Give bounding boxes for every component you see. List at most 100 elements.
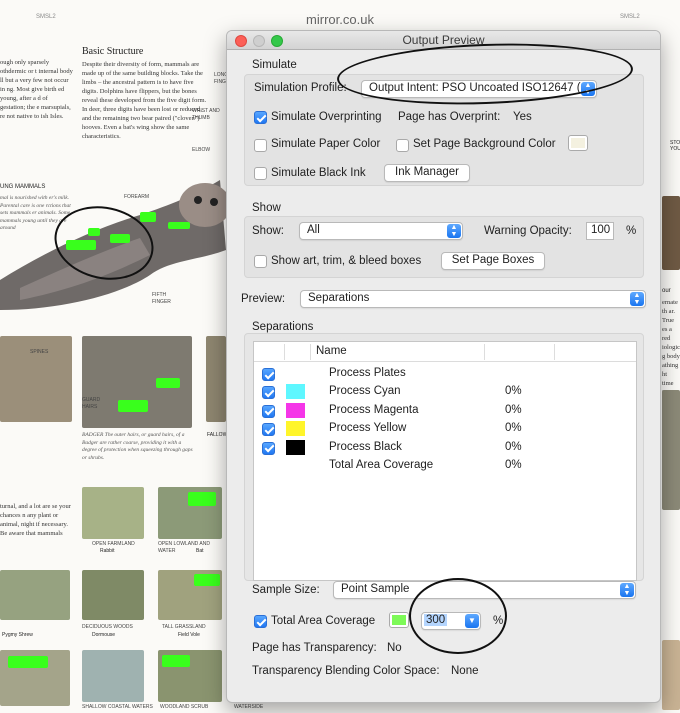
show-select[interactable]: All ▲ ▼ bbox=[299, 222, 463, 240]
badger-caption: BADGER The outer hairs, or guard hairs, … bbox=[82, 432, 193, 461]
habitat-photo bbox=[82, 487, 144, 539]
separation-name: Process Plates bbox=[329, 367, 406, 379]
separation-row[interactable]: Process Black 0% bbox=[254, 439, 636, 457]
simulate-black-ink-label: Simulate Black Ink bbox=[271, 167, 366, 179]
left-column-text: ough only sparsely othdermic or t intern… bbox=[0, 59, 73, 120]
blending-color-space-value: None bbox=[451, 665, 479, 677]
simulation-profile-label: Simulation Profile: bbox=[254, 82, 347, 94]
separation-coverage-value: 0% bbox=[505, 440, 522, 453]
right-column-subheading: our bbox=[662, 288, 671, 294]
separation-color-swatch bbox=[286, 402, 305, 418]
basic-structure-heading: Basic Structure bbox=[82, 46, 144, 57]
warning-opacity-input[interactable]: 100 bbox=[586, 222, 614, 240]
sample-size-select[interactable]: Point Sample ▲ ▼ bbox=[333, 581, 636, 599]
habitat-photo bbox=[0, 570, 70, 620]
separations-table[interactable]: Name Process Plates Process Cyan 0% Process… bbox=[253, 341, 637, 581]
callout-guard-hairs: guard hairs bbox=[82, 397, 101, 410]
page-has-overprint-label: Page has Overprint: bbox=[398, 111, 501, 123]
separation-coverage-value: 0% bbox=[505, 403, 522, 416]
preview-value: Separations bbox=[308, 292, 370, 304]
right-photo bbox=[662, 196, 680, 270]
separation-row[interactable]: Process Yellow 0% bbox=[254, 420, 636, 438]
ink-manager-button[interactable]: Ink Manager bbox=[384, 164, 470, 182]
separation-visibility-checkbox[interactable] bbox=[262, 386, 275, 400]
sample-size-label: Sample Size: bbox=[252, 584, 320, 596]
habitat-label: OPEN FARMLAND bbox=[92, 541, 135, 547]
simulation-profile-select[interactable]: Output Intent: PSO Uncoated ISO12647 (..… bbox=[361, 80, 597, 98]
simulate-overprinting-label: Simulate Overprinting bbox=[271, 111, 382, 123]
site-watermark: mirror.co.uk bbox=[306, 12, 374, 27]
chevron-down-icon[interactable]: ▼ bbox=[465, 614, 479, 628]
callout-wrist-thumb: wrist and thumb bbox=[192, 108, 220, 121]
separation-color-swatch bbox=[286, 439, 305, 455]
show-value: All bbox=[307, 224, 320, 236]
separation-row[interactable]: Process Plates bbox=[254, 365, 636, 383]
separation-row[interactable]: Total Area Coverage 0% bbox=[254, 457, 636, 475]
separations-table-header: Name bbox=[254, 342, 636, 362]
habitat-label: WOODLAND SCRUB bbox=[160, 704, 209, 710]
tac-highlight bbox=[118, 400, 148, 412]
fallow-photo bbox=[206, 336, 226, 422]
set-page-background-label: Set Page Background Color bbox=[413, 138, 556, 150]
chevron-updown-icon: ▲ ▼ bbox=[447, 224, 461, 238]
habitat-photo bbox=[82, 650, 144, 702]
simulate-paper-color-checkbox[interactable] bbox=[254, 139, 267, 152]
chevron-updown-icon: ▲ ▼ bbox=[620, 583, 634, 597]
page-has-transparency-value: No bbox=[387, 642, 402, 654]
total-area-coverage-checkbox[interactable] bbox=[254, 615, 267, 628]
separation-visibility-checkbox[interactable] bbox=[262, 441, 275, 455]
separation-visibility-checkbox[interactable] bbox=[262, 423, 275, 437]
separation-coverage-value: 0% bbox=[505, 422, 522, 435]
separation-visibility-checkbox[interactable] bbox=[262, 368, 275, 381]
animal-label: Field Vole bbox=[178, 632, 200, 638]
total-area-coverage-value[interactable]: 300 bbox=[424, 614, 448, 626]
total-area-coverage-combo[interactable]: 300 ▼ bbox=[421, 612, 481, 630]
animal-label: Rabbit bbox=[100, 548, 115, 554]
tac-highlight bbox=[156, 378, 180, 388]
total-area-coverage-color-swatch[interactable] bbox=[389, 612, 409, 628]
tac-highlight bbox=[188, 492, 216, 506]
tac-highlight bbox=[8, 656, 48, 668]
animal-label: Dormouse bbox=[92, 632, 116, 638]
fallow-caption: FALLOW bbox=[207, 432, 228, 438]
right-photo bbox=[662, 390, 680, 510]
habitat-label: DECIDUOUS WOODS bbox=[82, 624, 133, 630]
column-header-name[interactable]: Name bbox=[316, 345, 347, 357]
column-divider bbox=[554, 344, 555, 360]
separation-row[interactable]: Process Cyan 0% bbox=[254, 383, 636, 401]
separation-coverage-value: 0% bbox=[505, 459, 522, 471]
tac-highlight bbox=[194, 574, 220, 586]
chevron-updown-icon: ▲ ▼ bbox=[630, 292, 644, 306]
set-page-background-checkbox[interactable] bbox=[396, 139, 409, 152]
show-art-trim-bleed-label: Show art, trim, & bleed boxes bbox=[271, 255, 422, 267]
separation-row[interactable]: Process Magenta 0% bbox=[254, 402, 636, 420]
title-bar[interactable]: Output Preview bbox=[227, 31, 660, 50]
blending-color-space-label: Transparency Blending Color Space: bbox=[252, 665, 440, 677]
page-background-color-fill bbox=[571, 138, 585, 148]
preview-select[interactable]: Separations ▲ ▼ bbox=[300, 290, 646, 308]
total-area-coverage-label: Total Area Coverage bbox=[271, 615, 376, 627]
separation-name: Process Black bbox=[329, 440, 402, 453]
total-area-coverage-color-fill bbox=[392, 615, 406, 625]
simulate-black-ink-checkbox[interactable] bbox=[254, 167, 267, 180]
tac-highlight bbox=[140, 212, 156, 222]
tac-highlight bbox=[110, 234, 130, 243]
tac-highlight bbox=[66, 240, 96, 250]
column-divider bbox=[484, 344, 485, 360]
set-page-boxes-button[interactable]: Set Page Boxes bbox=[441, 252, 545, 270]
show-label: Show: bbox=[252, 225, 284, 237]
simulate-overprinting-checkbox[interactable] bbox=[254, 111, 267, 124]
separations-section-label: Separations bbox=[252, 321, 314, 333]
animal-label: Pygmy Shrew bbox=[2, 632, 33, 638]
separation-color-swatch bbox=[286, 384, 305, 400]
separation-visibility-checkbox[interactable] bbox=[262, 404, 275, 418]
page-background-color-swatch[interactable] bbox=[568, 135, 588, 151]
window-title: Output Preview bbox=[402, 33, 485, 47]
column-divider bbox=[284, 344, 285, 360]
separation-name: Process Cyan bbox=[329, 385, 401, 398]
animal-label: Bat bbox=[196, 548, 204, 554]
lower-left-text: turnal, and a lot are se your chances n … bbox=[0, 503, 71, 537]
sample-size-value: Point Sample bbox=[341, 583, 410, 595]
show-art-trim-bleed-checkbox[interactable] bbox=[254, 255, 267, 268]
separation-name: Process Magenta bbox=[329, 403, 419, 416]
